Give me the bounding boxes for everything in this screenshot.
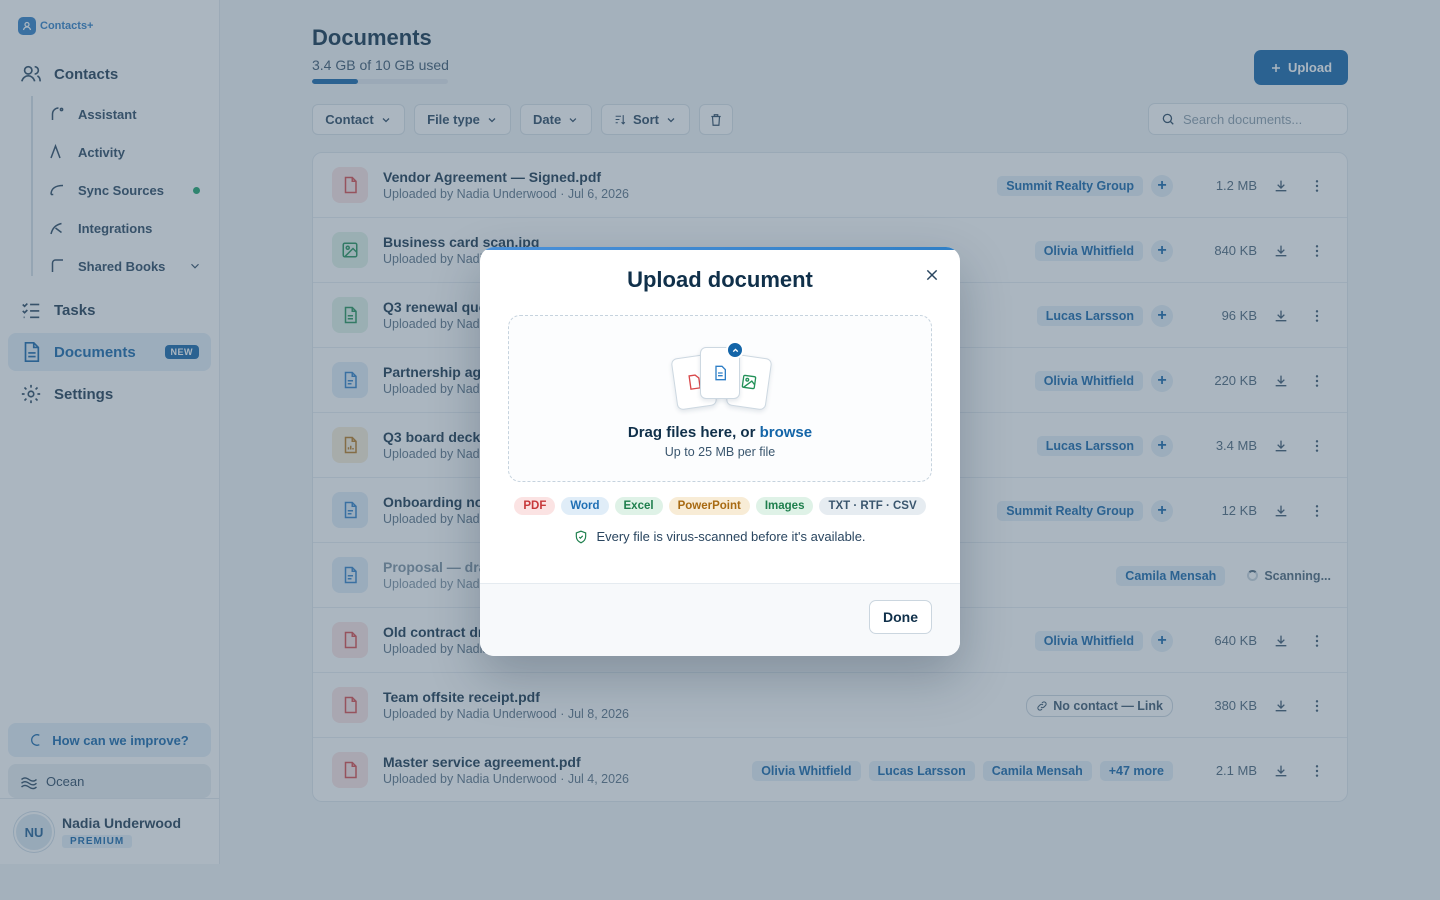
type-chip-images: Images [755, 497, 814, 515]
modal-accent-line [480, 247, 960, 250]
upload-arrow-icon [726, 341, 744, 359]
supported-file-types: PDF Word Excel PowerPoint Images TXT · R… [510, 497, 930, 515]
file-size-limit: Up to 25 MB per file [664, 445, 776, 459]
file-dropzone[interactable]: Drag files here, or browse Up to 25 MB p… [508, 315, 932, 482]
type-chip-powerpoint: PowerPoint [668, 497, 750, 515]
type-chip-pdf: PDF [514, 497, 556, 515]
close-icon [926, 269, 938, 281]
upload-modal: Upload document Drag files here, or brow… [480, 247, 960, 656]
drop-instructions: Drag files here, or browse [509, 424, 931, 441]
virus-scan-note: Every file is virus-scanned before it's … [480, 529, 960, 544]
shield-check-icon [576, 530, 587, 543]
modal-footer: Done [480, 583, 960, 656]
browse-link[interactable]: browse [760, 424, 813, 441]
modal-title: Upload document [627, 267, 813, 292]
file-stack-illustration [669, 341, 773, 414]
type-chip-excel: Excel [614, 497, 663, 515]
drop-text: Drag files here, or [627, 424, 760, 441]
type-chip-text: TXT · RTF · CSV [819, 497, 926, 515]
virus-scan-text: Every file is virus-scanned before it's … [596, 529, 866, 544]
document-file-icon [715, 365, 726, 381]
close-button[interactable] [920, 263, 944, 287]
type-chip-word: Word [561, 497, 609, 515]
done-button[interactable]: Done [869, 600, 932, 634]
image-file-icon [741, 374, 757, 390]
